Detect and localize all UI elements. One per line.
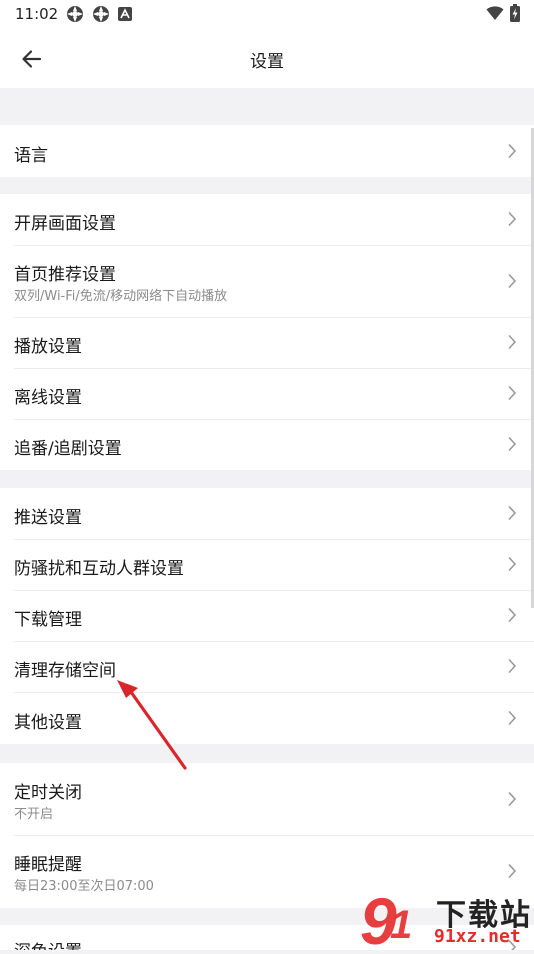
settings-group-display: 开屏画面设置 首页推荐设置 双列/Wi-Fi/免流/移动网络下自动播放 播放设置… xyxy=(0,194,534,470)
settings-item-follow-series[interactable]: 追番/追剧设置 xyxy=(0,419,534,470)
settings-group-timer: 定时关闭 不开启 睡眠提醒 每日23:00至次日07:00 xyxy=(0,763,534,908)
settings-item-push[interactable]: 推送设置 xyxy=(0,488,534,539)
chevron-right-icon xyxy=(508,505,517,521)
settings-item-label: 深色设置 xyxy=(14,937,82,950)
settings-item-subtitle: 每日23:00至次日07:00 xyxy=(14,879,154,894)
settings-item-label: 离线设置 xyxy=(14,388,82,408)
settings-item-playback[interactable]: 播放设置 xyxy=(0,317,534,368)
settings-item-anti-harassment[interactable]: 防骚扰和互动人群设置 xyxy=(0,539,534,590)
page-title: 设置 xyxy=(250,52,284,72)
status-bar: 11:02 xyxy=(0,0,534,30)
app-notification-icon xyxy=(67,6,83,22)
settings-item-splash-screen[interactable]: 开屏画面设置 xyxy=(0,194,534,245)
settings-item-subtitle: 不开启 xyxy=(14,807,54,822)
chevron-right-icon xyxy=(508,791,517,807)
settings-item-subtitle: 双列/Wi-Fi/免流/移动网络下自动播放 xyxy=(14,289,228,304)
settings-item-label: 防骚扰和互动人群设置 xyxy=(14,559,184,579)
chevron-right-icon xyxy=(508,211,517,227)
settings-item-clear-storage[interactable]: 清理存储空间 xyxy=(0,641,534,692)
a-notification-icon xyxy=(118,7,132,21)
watermark-domain: 91xz.net xyxy=(434,926,521,947)
settings-item-home-recommend[interactable]: 首页推荐设置 双列/Wi-Fi/免流/移动网络下自动播放 xyxy=(0,245,534,317)
chevron-right-icon xyxy=(508,710,517,726)
settings-item-other[interactable]: 其他设置 xyxy=(0,692,534,744)
settings-item-label: 播放设置 xyxy=(14,337,82,357)
settings-item-download-management[interactable]: 下载管理 xyxy=(0,590,534,641)
settings-item-label: 其他设置 xyxy=(14,713,82,733)
chevron-right-icon xyxy=(508,385,517,401)
chevron-right-icon xyxy=(508,863,517,879)
settings-item-label: 推送设置 xyxy=(14,508,82,528)
chevron-right-icon xyxy=(508,556,517,572)
battery-charging-icon xyxy=(510,4,520,22)
settings-item-label: 首页推荐设置 xyxy=(14,265,116,285)
settings-group-language: 语言 xyxy=(0,125,534,177)
settings-item-label: 语言 xyxy=(14,146,48,166)
chevron-right-icon xyxy=(508,334,517,350)
chevron-right-icon xyxy=(508,143,517,159)
chevron-right-icon xyxy=(508,658,517,674)
chevron-right-icon xyxy=(508,273,517,289)
status-time: 11:02 xyxy=(15,5,59,23)
wifi-icon xyxy=(486,6,504,20)
settings-item-language[interactable]: 语言 xyxy=(0,125,534,177)
settings-item-label: 清理存储空间 xyxy=(14,661,116,681)
settings-group-notifications: 推送设置 防骚扰和互动人群设置 下载管理 清理存储空间 其他设置 xyxy=(0,488,534,744)
chevron-right-icon xyxy=(508,436,517,452)
settings-item-offline[interactable]: 离线设置 xyxy=(0,368,534,419)
app-bar: 设置 xyxy=(0,30,534,88)
settings-item-label: 睡眠提醒 xyxy=(14,855,82,875)
settings-item-label: 下载管理 xyxy=(14,610,82,630)
settings-item-label: 追番/追剧设置 xyxy=(14,439,122,459)
settings-item-label: 开屏画面设置 xyxy=(14,214,116,234)
settings-item-label: 定时关闭 xyxy=(14,783,82,803)
settings-item-sleep-timer[interactable]: 定时关闭 不开启 xyxy=(0,763,534,835)
app-notification-icon xyxy=(93,6,109,22)
svg-text:1: 1 xyxy=(390,903,412,947)
watermark-logo: 9 1 下载站 91xz.net xyxy=(360,884,534,954)
chevron-right-icon xyxy=(508,607,517,623)
